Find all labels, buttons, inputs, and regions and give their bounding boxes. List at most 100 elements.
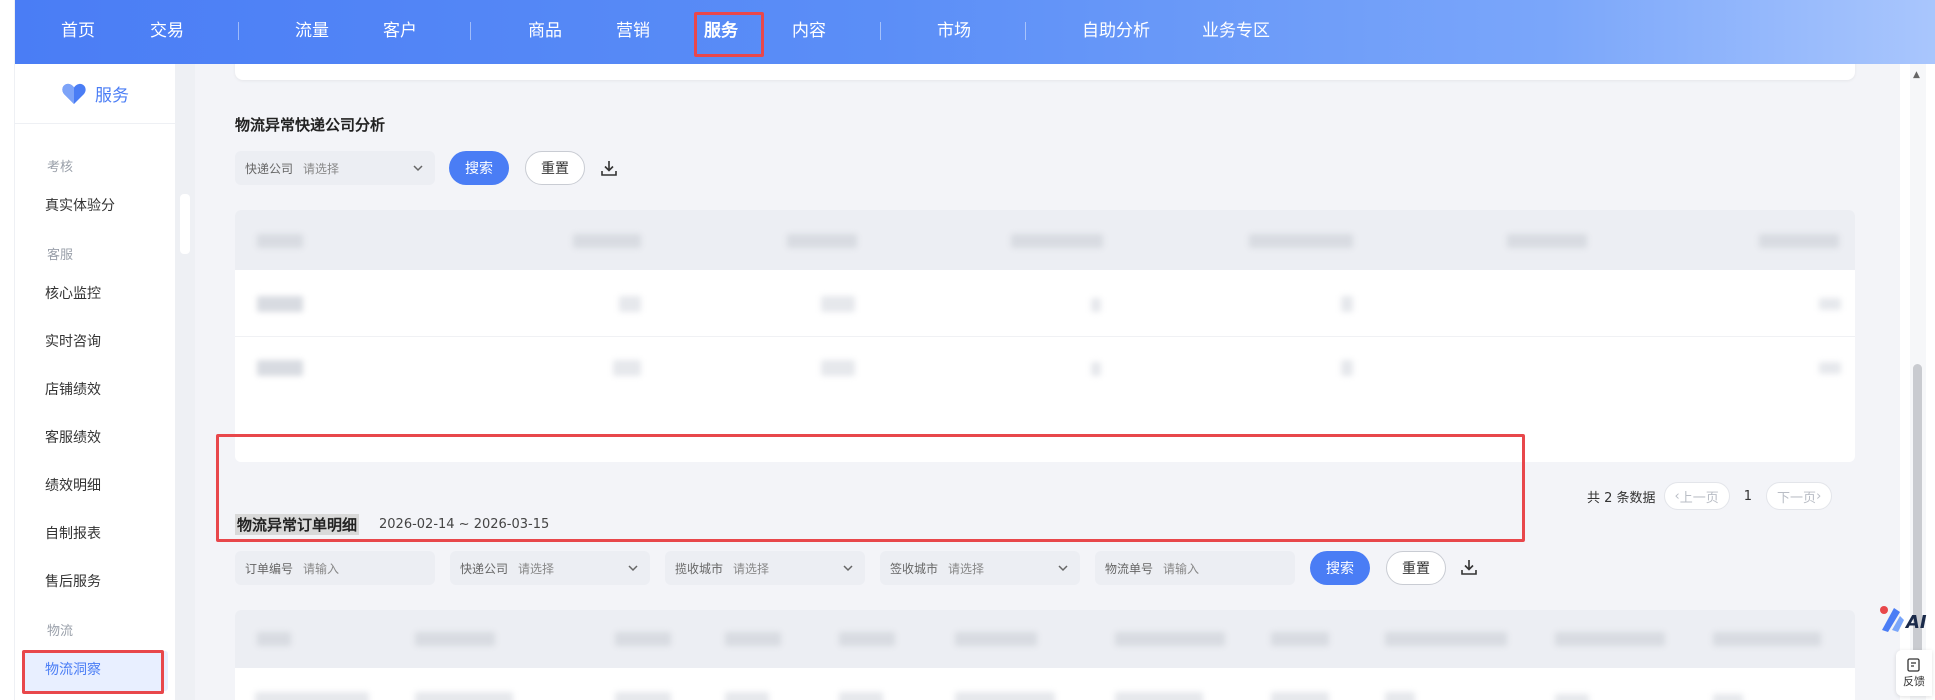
feedback-button[interactable]: 反馈 [1896,650,1932,696]
blurred-header-cell [1115,632,1225,646]
sidebar-brand[interactable]: 服务 [15,64,175,124]
download-icon[interactable] [1459,557,1479,577]
sidebar-scrollbar[interactable] [175,64,195,700]
sidebar-item-after-sales[interactable]: 售后服务 [45,571,101,591]
blurred-cell [1819,362,1841,374]
blurred-header-cell [955,632,1037,646]
feedback-label: 反馈 [1903,675,1925,688]
blurred-header-cell [1249,234,1353,248]
pickup-city-select[interactable]: 揽收城市 请选择 [665,551,865,585]
blurred-cell [1819,298,1841,310]
blurred-cell [257,296,303,312]
blurred-header-cell [1271,632,1329,646]
heart-icon [62,83,86,104]
delivery-city-select[interactable]: 签收城市 请选择 [880,551,1080,585]
nav-item-marketing[interactable]: 营销 [616,0,650,64]
chevron-down-icon [413,165,423,172]
nav-item-product[interactable]: 商品 [528,0,562,64]
nav-item-market[interactable]: 市场 [937,0,971,64]
nav-item-business-zone[interactable]: 业务专区 [1202,0,1270,64]
scroll-up-arrow[interactable]: ▲ [1913,70,1920,80]
ai-assistant-button[interactable]: AI [1872,600,1932,640]
nav-item-home[interactable]: 首页 [61,0,95,64]
chevron-down-icon [1058,565,1068,572]
express-reset-button[interactable]: 重置 [525,151,585,185]
nav-item-service[interactable]: 服务 [704,0,738,64]
blurred-cell [1271,692,1329,700]
sidebar-group-kefu: 客服 [47,248,74,263]
blurred-cell [839,692,883,700]
blurred-cell [821,296,855,312]
tracking-number-input[interactable]: 物流单号 请输入 [1095,551,1295,585]
main-content: 物流异常快递公司分析 快递公司 请选择 搜索 重置 共 2 条数据 ‹ 上一页 [195,64,1900,700]
previous-card-bottom [235,64,1855,80]
sidebar-group-kaohe: 考核 [47,160,74,175]
blurred-header-cell [1555,632,1665,646]
blurred-header-cell [1713,632,1821,646]
order-search-button[interactable]: 搜索 [1310,551,1370,585]
sidebar-item-performance-detail[interactable]: 绩效明细 [45,475,101,495]
sidebar-brand-label: 服务 [95,86,129,106]
nav-separator [470,22,471,40]
blurred-header-cell [1385,632,1507,646]
nav-item-traffic[interactable]: 流量 [295,0,329,64]
nav-separator [238,22,239,40]
blurred-cell [619,296,641,312]
pagination-total: 共 2 条数据 [1587,490,1656,506]
blurred-cell [613,360,641,376]
ai-label: AI [1906,612,1927,633]
pagination: 共 2 条数据 ‹ 上一页 1 下一页 › [1587,482,1840,510]
blurred-cell [1555,694,1589,700]
sidebar-item-core-monitor[interactable]: 核心监控 [45,283,101,303]
blurred-header-cell [787,234,857,248]
sidebar: 服务 考核 真实体验分 客服 核心监控 实时咨询 店铺绩效 客服绩效 绩效明细 … [15,64,175,700]
sidebar-item-logistics-insight[interactable]: 物流洞察 [45,659,101,679]
blurred-cell [1713,694,1743,700]
chevron-down-icon [843,565,853,572]
order-number-input[interactable]: 订单编号 请输入 [235,551,435,585]
blurred-header-cell [573,234,641,248]
blurred-cell [1115,692,1203,700]
sidebar-item-store-performance[interactable]: 店铺绩效 [45,379,101,399]
prev-page-button[interactable]: ‹ 上一页 [1663,482,1730,510]
blurred-header-cell [1011,234,1103,248]
chevron-down-icon [628,565,638,572]
blurred-cell [1341,296,1353,312]
blurred-header-cell [725,632,781,646]
nav-item-content[interactable]: 内容 [792,0,826,64]
sidebar-item-custom-report[interactable]: 自制报表 [45,523,101,543]
blurred-cell [821,360,855,376]
blurred-cell [1341,360,1353,376]
feedback-icon [1907,658,1920,672]
download-icon[interactable] [599,158,619,178]
sidebar-item-service-performance[interactable]: 客服绩效 [45,427,101,447]
blurred-cell [725,692,769,700]
blurred-cell [615,692,671,700]
scrollbar-thumb[interactable] [1913,364,1922,694]
blurred-header-cell [257,632,291,646]
blurred-cell [415,692,513,700]
blurred-cell [257,360,303,376]
order-reset-button[interactable]: 重置 [1386,551,1446,585]
order-express-company-select[interactable]: 快递公司 请选择 [450,551,650,585]
nav-separator [880,22,881,40]
order-detail-title: 物流异常订单明细 [235,514,360,535]
order-detail-table [235,610,1855,700]
nav-item-customer[interactable]: 客户 [383,0,417,64]
express-company-select[interactable]: 快递公司 请选择 [235,151,435,185]
nav-item-trade[interactable]: 交易 [150,0,184,64]
express-analysis-title: 物流异常快递公司分析 [235,116,386,134]
nav-item-self-analysis[interactable]: 自助分析 [1082,0,1150,64]
express-analysis-table [235,210,1855,462]
sidebar-group-wuliu: 物流 [47,624,74,639]
express-search-button[interactable]: 搜索 [449,151,509,185]
next-page-button[interactable]: 下一页 › [1766,482,1833,510]
row-divider [235,336,1855,337]
sidebar-item-realtime-consult[interactable]: 实时咨询 [45,331,101,351]
blurred-header-cell [415,632,495,646]
nav-separator [1025,22,1026,40]
sidebar-item-real-experience[interactable]: 真实体验分 [45,195,115,215]
blurred-cell [1091,298,1101,312]
page-number[interactable]: 1 [1744,489,1752,504]
blurred-header-cell [1759,234,1839,248]
